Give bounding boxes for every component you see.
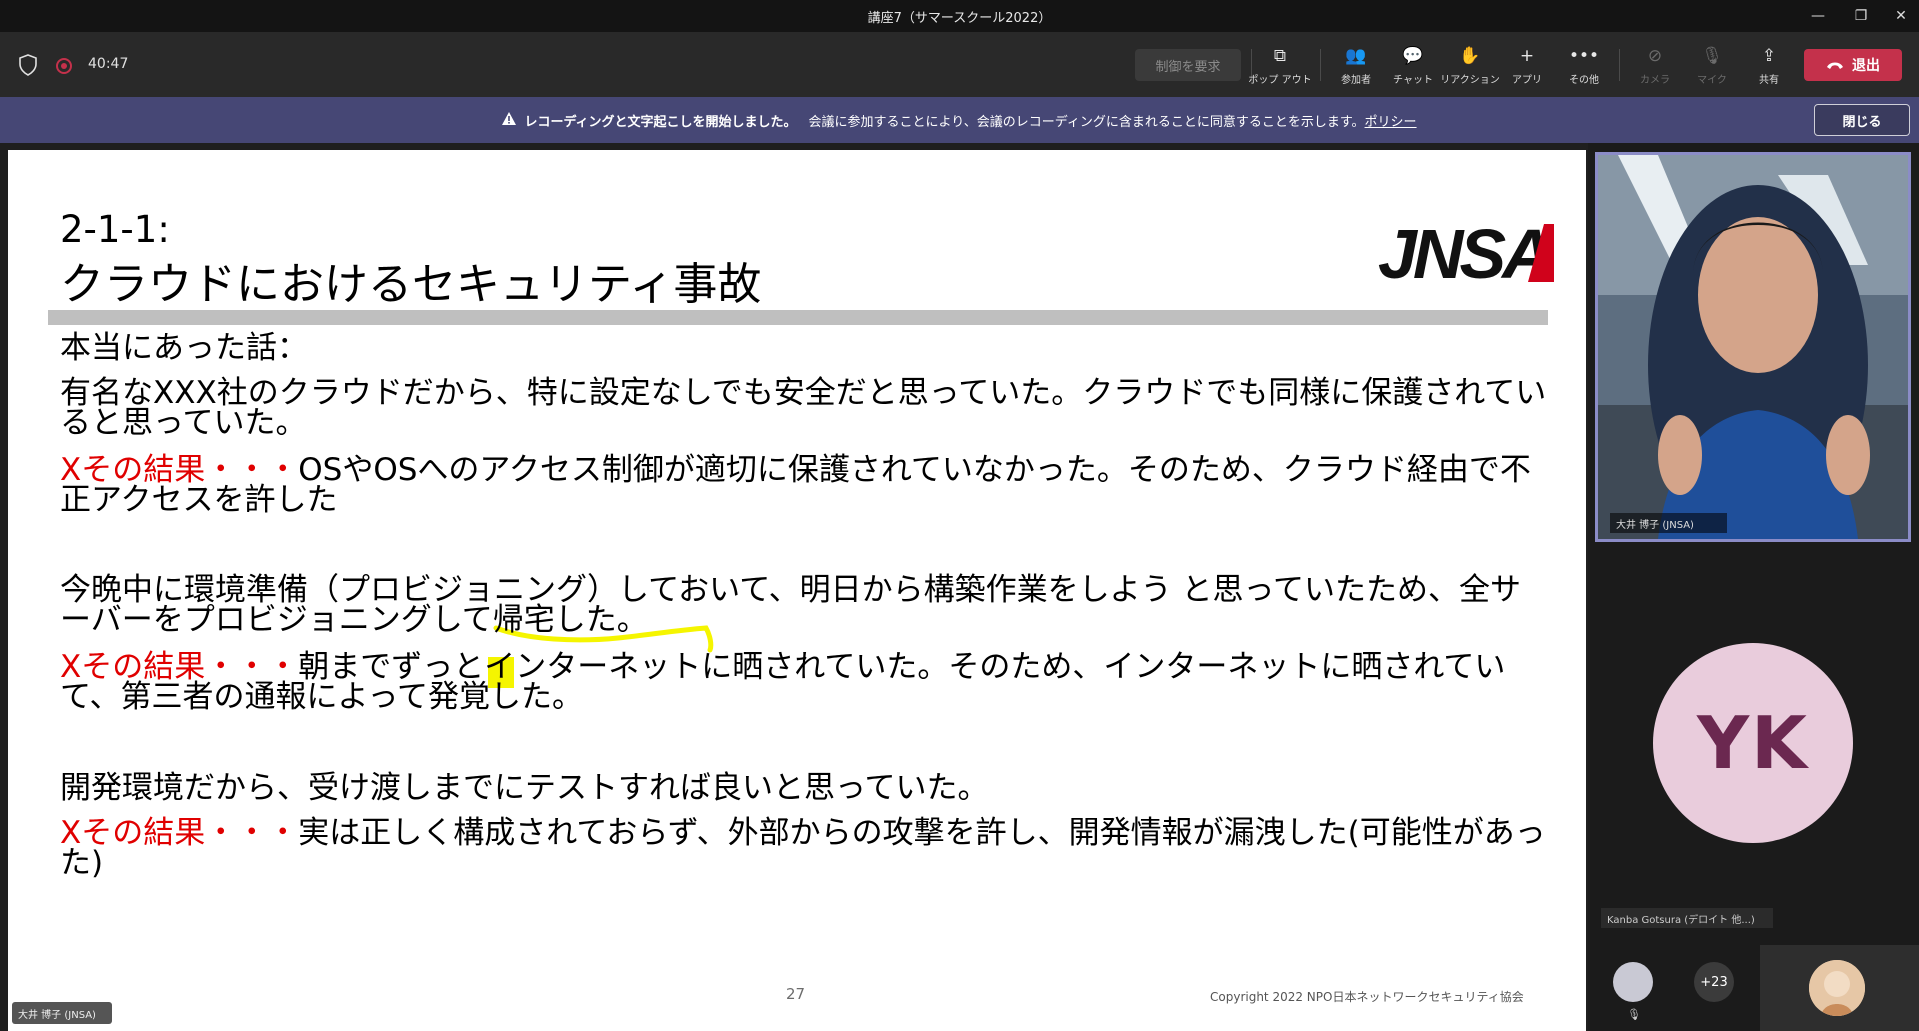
mic-button[interactable]: 🎙 マイク bbox=[1682, 41, 1742, 91]
copyright-text: Copyright 2022 NPO日本ネットワークセキュリティ協会 bbox=[1210, 990, 1524, 1004]
window-title: 講座7（サマースクール2022） bbox=[867, 10, 1052, 26]
reaction-icon: ✋ bbox=[1459, 46, 1481, 66]
apps-icon: + bbox=[1519, 46, 1535, 66]
apps-label: アプリ bbox=[1512, 75, 1542, 86]
svg-text:JNSA: JNSA bbox=[1378, 216, 1549, 288]
case-1-text: 有名なXXX社のクラウドだから、特に設定なしでも安全だと思っていた。クラウドでも… bbox=[60, 375, 1547, 441]
popout-button[interactable]: ⧉ ポップ アウト bbox=[1248, 41, 1312, 91]
shield-icon bbox=[19, 54, 37, 76]
yk-avatar[interactable]: YK bbox=[1653, 643, 1853, 843]
mic-label: マイク bbox=[1697, 75, 1727, 86]
case-2-text: 今晩中に環境準備（プロビジョニング）しておいて、明日から構築作業をしよう と思っ… bbox=[60, 572, 1521, 638]
jnsa-logo: JNSA bbox=[1378, 216, 1554, 288]
presenter-video-frame bbox=[1598, 155, 1908, 539]
chat-button[interactable]: 💬 チャット bbox=[1383, 41, 1443, 91]
warning-icon bbox=[502, 111, 517, 129]
toolbar-divider bbox=[1619, 49, 1620, 81]
camera-off-icon: ⊘ bbox=[1647, 46, 1663, 66]
close-window-button[interactable]: ✕ bbox=[1878, 0, 1919, 32]
request-control-button[interactable]: 制御を要求 bbox=[1135, 49, 1241, 81]
intro-text: 本当にあった話： bbox=[60, 330, 308, 366]
popout-label: ポップ アウト bbox=[1248, 75, 1312, 86]
result-1: Xその結果・・・OSやOSへのアクセス制御が適切に保護されていなかった。そのため… bbox=[60, 455, 1550, 516]
toolbar-divider bbox=[1320, 49, 1321, 81]
policy-link[interactable]: ポリシー bbox=[1365, 111, 1417, 130]
participants-icon: 👥 bbox=[1345, 46, 1367, 66]
mic-off-icon: 🎙 bbox=[1701, 46, 1723, 66]
recording-icon bbox=[56, 58, 72, 74]
camera-label: カメラ bbox=[1640, 75, 1670, 86]
title-bar: 講座7（サマースクール2022） bbox=[0, 0, 1919, 32]
muted-mic-icon: 🎙 bbox=[1627, 1008, 1641, 1021]
leave-label: 退出 bbox=[1852, 58, 1880, 74]
share-icon: ⇪ bbox=[1761, 46, 1777, 66]
yk-name-tag: Kanba Gotsura (デロイト 他...) bbox=[1601, 908, 1773, 928]
popout-icon: ⧉ bbox=[1273, 46, 1287, 66]
camera-button[interactable]: ⊘ カメラ bbox=[1625, 41, 1685, 91]
chat-icon: 💬 bbox=[1402, 46, 1424, 66]
participant-avatar-thumb bbox=[1809, 960, 1865, 1016]
hangup-icon bbox=[1827, 62, 1843, 69]
participants-label: 参加者 bbox=[1341, 75, 1371, 86]
more-button[interactable]: ••• その他 bbox=[1554, 41, 1614, 91]
banner-bold-text: レコーディングと文字起こしを開始しました。 bbox=[524, 114, 797, 130]
share-button[interactable]: ⇪ 共有 bbox=[1739, 41, 1799, 91]
chat-label: チャット bbox=[1393, 75, 1433, 86]
leave-button[interactable]: 退出 bbox=[1804, 49, 1902, 81]
participant-avatar[interactable] bbox=[1613, 962, 1653, 1002]
presenter-video-name: 大井 博子 (JNSA) bbox=[1610, 513, 1727, 533]
reaction-label: リアクション bbox=[1440, 75, 1500, 86]
result-2: Xその結果・・・朝までずっとインターネットに晒されていた。そのため、インターネッ… bbox=[60, 652, 1550, 713]
meeting-timer: 40:47 bbox=[88, 56, 129, 72]
case-3-text: 開発環境だから、受け渡しまでにテストすれば良いと思っていた。 bbox=[60, 770, 989, 806]
reaction-button[interactable]: ✋ リアクション bbox=[1440, 41, 1500, 91]
result-3: Xその結果・・・実は正しく構成されておらず、外部からの攻撃を許し、開発情報が漏洩… bbox=[60, 818, 1550, 879]
more-icon: ••• bbox=[1568, 46, 1600, 66]
title-divider bbox=[48, 310, 1548, 325]
presenter-video[interactable] bbox=[1595, 152, 1911, 542]
minimize-button[interactable]: — bbox=[1795, 0, 1841, 32]
participants-button[interactable]: 👥 参加者 bbox=[1326, 41, 1386, 91]
more-participants-button[interactable]: +23 bbox=[1694, 962, 1734, 1002]
banner-text: 会議に参加することにより、会議のレコーディングに含まれることに同意することを示し… bbox=[808, 114, 1365, 130]
slide-title: クラウドにおけるセキュリティ事故 bbox=[60, 259, 762, 310]
meeting-toolbar: 40:47 制御を要求 ⧉ ポップ アウト 👥 参加者 💬 チャット ✋ リアク… bbox=[0, 32, 1919, 97]
share-label: 共有 bbox=[1759, 75, 1779, 86]
apps-button[interactable]: + アプリ bbox=[1497, 41, 1557, 91]
shared-slide: 2-1-1: クラウドにおけるセキュリティ事故 JNSA 本当にあった話： 有名… bbox=[8, 150, 1586, 1031]
presenter-name-tag: 大井 博子 (JNSA) bbox=[12, 1002, 112, 1024]
banner-close-button[interactable]: 閉じる bbox=[1814, 104, 1910, 136]
more-label: その他 bbox=[1569, 75, 1599, 86]
page-number: 27 bbox=[786, 985, 806, 1003]
slide-number-label: 2-1-1: bbox=[60, 208, 170, 251]
teams-meeting-window: 講座7（サマースクール2022） — ❐ ✕ 40:47 制御を要求 ⧉ ポップ… bbox=[0, 0, 1919, 1031]
recording-banner: レコーディングと文字起こしを開始しました。 会議に参加することにより、会議のレコ… bbox=[0, 97, 1919, 143]
